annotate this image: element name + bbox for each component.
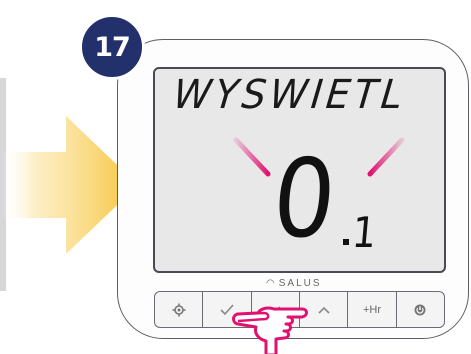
plus-hour-label: +Hr: [362, 303, 381, 316]
brand-name: SALUS: [278, 278, 322, 289]
brand-swirl-icon: ◠: [266, 278, 277, 289]
lcd-decimal-point: [343, 239, 349, 245]
step-number: 17: [94, 31, 131, 63]
instruction-illustration: 17 WYSWIETL 0 1 ◠ SALUS +Hr: [0, 0, 471, 354]
gear-icon: [172, 303, 186, 316]
power-button[interactable]: [395, 291, 445, 328]
settings-button[interactable]: [154, 291, 203, 328]
lcd-value-sub: 1: [350, 208, 379, 257]
plus-hour-button[interactable]: +Hr: [347, 291, 396, 328]
step-badge: 17: [79, 14, 145, 80]
power-icon: [414, 304, 426, 315]
brand-logo: ◠ SALUS: [266, 278, 322, 289]
lcd-label: WYSWIETL: [171, 72, 409, 118]
lcd-value-main: 0: [267, 137, 341, 262]
pointing-hand-icon: [232, 306, 308, 354]
